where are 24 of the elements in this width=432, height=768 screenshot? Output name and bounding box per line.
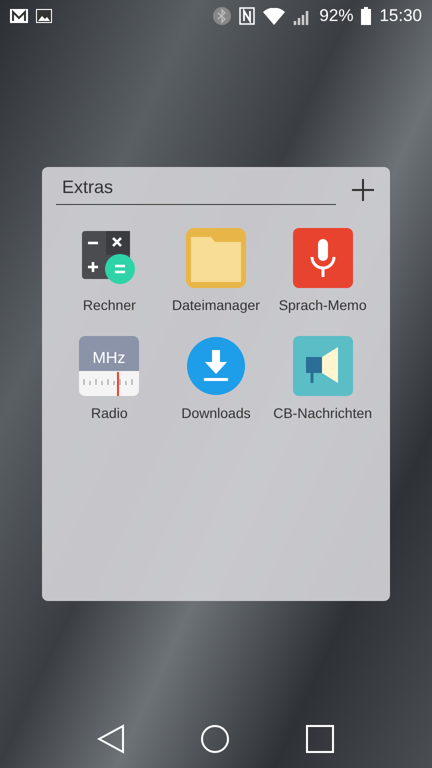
bluetooth-icon [213,7,232,25]
microphone-icon [292,227,354,289]
battery-icon [361,7,372,25]
recent-apps-icon[interactable] [304,724,335,754]
mail-icon [10,9,28,23]
download-icon [184,335,247,397]
battery-percent: 92% [319,6,354,26]
add-icon[interactable] [350,177,376,203]
radio-icon: MHz [78,335,140,397]
app-label[interactable]: Downloads [181,405,251,421]
back-icon[interactable] [97,724,126,754]
app-label[interactable]: CB-Nachrichten [273,405,372,421]
folder-icon [184,227,247,289]
nfc-icon [239,7,256,25]
app-label[interactable]: Dateimanager [172,297,260,313]
app-label[interactable]: Rechner [82,297,136,313]
wifi-icon [263,8,286,24]
home-icon[interactable] [200,724,230,754]
image-icon [36,9,52,23]
clock: 15:30 [379,6,422,26]
folder-name-field[interactable]: Extras [56,175,336,205]
megaphone-icon [292,335,354,397]
app-label[interactable]: Sprach-Memo [278,297,367,313]
app-label[interactable]: Radio [91,405,128,421]
